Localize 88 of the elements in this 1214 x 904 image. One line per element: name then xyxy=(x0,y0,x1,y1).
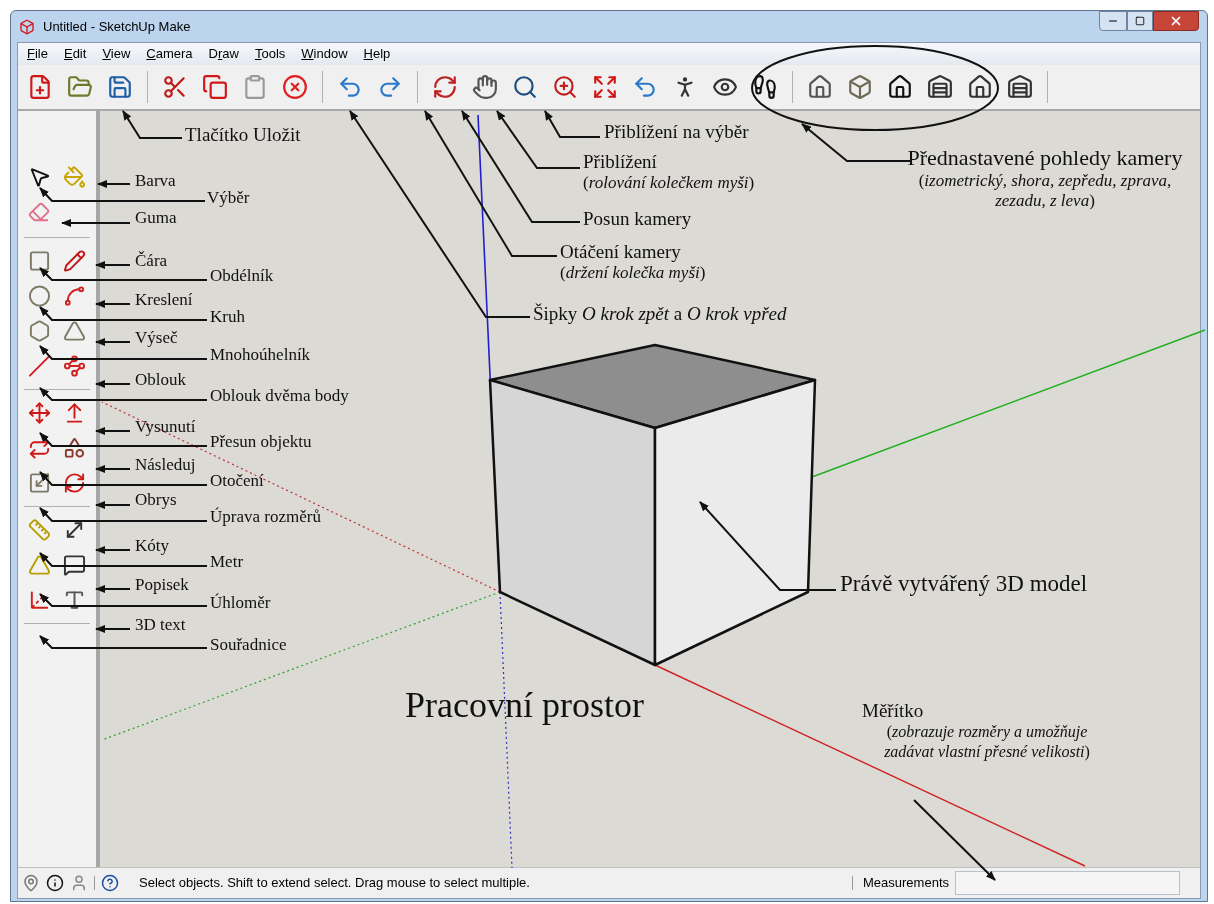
callout-note: (zobrazuje rozměry a umožňuje zadávat vlastní přesné velikosti) xyxy=(883,722,1091,762)
app-logo-icon xyxy=(19,18,35,35)
maximize-icon xyxy=(1135,16,1145,26)
pencil-icon[interactable] xyxy=(63,249,86,273)
minimize-button[interactable] xyxy=(1099,11,1127,31)
tool-label: Oblouk xyxy=(135,370,186,390)
user-icon[interactable] xyxy=(70,874,88,892)
redo-arrow-icon[interactable] xyxy=(377,74,403,100)
tool-label: Souřadnice xyxy=(210,635,287,655)
leader-line xyxy=(61,219,131,227)
tool-label: Otočení xyxy=(210,471,264,491)
copy-icon[interactable] xyxy=(202,74,228,100)
tool-label: Popisek xyxy=(135,575,189,595)
menu-item[interactable]: Draw xyxy=(205,44,242,64)
tool-label: Kruh xyxy=(210,307,245,327)
tool-label: Barva xyxy=(135,171,176,191)
tool-label: Guma xyxy=(135,208,177,228)
polygon-icon[interactable] xyxy=(28,319,51,343)
hand-icon[interactable] xyxy=(472,74,498,100)
callout-note: (držení kolečka myši) xyxy=(560,263,706,283)
zoom-window-icon[interactable] xyxy=(552,74,578,100)
tool-label: Následuj xyxy=(135,455,196,475)
folder-icon[interactable] xyxy=(67,74,93,100)
info-icon[interactable] xyxy=(46,874,64,892)
tool-label: Obrys xyxy=(135,490,177,510)
callout-label: Otáčení kamery xyxy=(560,241,681,263)
tool-label: Úprava rozměrů xyxy=(210,507,321,527)
callout-label: Posun kamery xyxy=(583,208,692,230)
expand-arrows-icon[interactable] xyxy=(592,74,618,100)
tool-label: Vysunutí xyxy=(135,417,196,437)
callout-label: Tlačítko Uložit xyxy=(185,124,301,146)
menu-item[interactable]: Help xyxy=(360,44,394,64)
freehand-icon[interactable] xyxy=(63,284,86,308)
tool-label: Obdélník xyxy=(210,266,274,286)
scale-icon[interactable] xyxy=(28,471,51,495)
circle-x-icon[interactable] xyxy=(282,74,308,100)
tool-label: Přesun objektu xyxy=(210,432,312,452)
magnifier-icon[interactable] xyxy=(512,74,538,100)
callout-note: (izometrický, shora, zepředu, zprava, zezadu, z leva) xyxy=(917,171,1173,211)
tool-label: Kóty xyxy=(135,536,169,556)
menu-item[interactable]: Edit xyxy=(60,44,90,64)
circle-icon[interactable] xyxy=(28,284,51,308)
leader-line xyxy=(95,625,131,633)
close-button[interactable] xyxy=(1153,11,1199,31)
tool-label: Kreslení xyxy=(135,290,193,310)
callout-label: Měřítko xyxy=(862,700,924,722)
measurements-field[interactable] xyxy=(955,871,1180,895)
tool-label: Metr xyxy=(210,552,244,572)
menu-item[interactable]: Tools xyxy=(251,44,289,64)
tool-label: Úhloměr xyxy=(210,593,271,613)
tool-label: Čára xyxy=(135,251,168,271)
callout-label: Přiblížení na výběr xyxy=(604,121,749,143)
callout-label: Přiblížení xyxy=(583,151,657,173)
move-arrows-icon[interactable] xyxy=(28,401,51,425)
callout-label: Šipky O krok zpět a O krok vpřed xyxy=(533,303,787,325)
rectangle-icon[interactable] xyxy=(28,249,51,273)
tool-label: Oblouk dvěma body xyxy=(210,386,349,406)
eraser-icon[interactable] xyxy=(28,200,51,224)
leader-line xyxy=(122,110,183,139)
menu-item[interactable]: Camera xyxy=(143,44,196,64)
measurements-label: Measurements xyxy=(863,874,949,893)
help-icon[interactable] xyxy=(101,874,119,892)
callout-note: (rolování kolečkem myši) xyxy=(583,173,755,193)
maximize-button[interactable] xyxy=(1127,11,1153,31)
callout-label: Právě vytvářený 3D model xyxy=(840,571,1088,597)
menu-item[interactable]: File xyxy=(24,44,51,64)
pointer-icon[interactable] xyxy=(28,165,51,189)
scissors-icon[interactable] xyxy=(162,74,188,100)
tool-label: Výseč xyxy=(135,328,178,348)
location-pin-icon[interactable] xyxy=(22,874,40,892)
status-message: Select objects. Shift to extend select. Drag mouse to select multiple. xyxy=(139,874,530,893)
tool-label: Mnohoúhelník xyxy=(210,345,311,365)
close-icon xyxy=(1169,14,1183,28)
menu-item[interactable]: Window xyxy=(298,44,351,64)
tool-label: 3D text xyxy=(135,615,186,635)
three-d-text-icon[interactable] xyxy=(63,588,86,612)
tool-label: Výběr xyxy=(207,188,250,208)
axes-icon[interactable] xyxy=(28,588,51,612)
window-title: Untitled - SketchUp Make xyxy=(43,17,191,36)
box-icon[interactable] xyxy=(847,74,873,100)
menu-item[interactable]: View xyxy=(99,44,134,64)
undo-arrow-icon[interactable] xyxy=(337,74,363,100)
footprints-icon[interactable] xyxy=(752,74,778,100)
workspace-label: Pracovní prostor xyxy=(405,684,644,727)
callout-label: Přednastavené pohledy kamery xyxy=(907,145,1183,171)
new-file-icon[interactable] xyxy=(27,74,53,100)
text-label-icon[interactable] xyxy=(63,553,86,577)
clipboard-icon[interactable] xyxy=(242,74,268,100)
